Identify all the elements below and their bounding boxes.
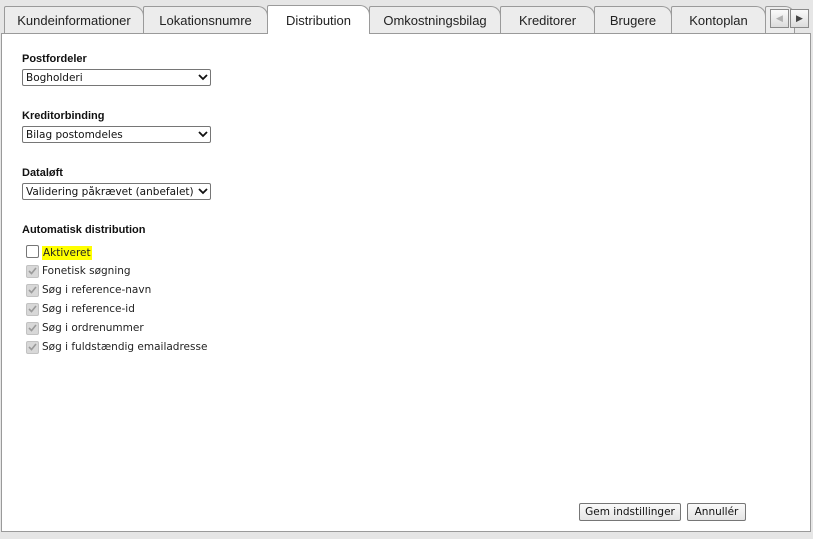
kreditorbinding-value: Bilag postomdeles: [26, 128, 123, 141]
checkmark-icon: [28, 286, 37, 294]
kreditorbinding-label: Kreditorbinding: [22, 110, 105, 122]
postfordeler-select[interactable]: Bogholderi: [22, 69, 211, 86]
emailadresse-checkbox: [26, 340, 39, 354]
fonetisk-sogning-option: Fonetisk søgning: [26, 263, 131, 279]
ordrenummer-option: Søg i ordrenummer: [26, 320, 144, 336]
ordrenummer-checkbox: [26, 321, 39, 335]
kreditorbinding-select[interactable]: Bilag postomdeles: [22, 126, 211, 143]
aktiveret-option[interactable]: Aktiveret: [26, 243, 92, 260]
tab-label: Kundeinformationer: [17, 12, 131, 28]
emailadresse-label: Søg i fuldstændig emailadresse: [42, 341, 208, 353]
automatisk-distribution-label: Automatisk distribution: [22, 224, 146, 236]
checkmark-icon: [28, 305, 37, 313]
chevron-down-icon: [196, 131, 210, 138]
tab-bar: Kundeinformationer Lokationsnumre Distri…: [0, 0, 813, 34]
chevron-down-icon: [196, 74, 210, 81]
reference-id-label: Søg i reference-id: [42, 303, 135, 315]
tab-kundeinformationer[interactable]: Kundeinformationer: [4, 6, 144, 33]
tab-kreditorer[interactable]: Kreditorer: [500, 6, 595, 33]
reference-navn-checkbox: [26, 283, 39, 297]
checkmark-icon: [28, 343, 37, 351]
tab-lokationsnumre[interactable]: Lokationsnumre: [143, 6, 268, 33]
dataloft-label: Dataløft: [22, 167, 63, 179]
cancel-button[interactable]: Annullér: [687, 503, 746, 521]
distribution-panel: Postfordeler Bogholderi Kreditorbinding …: [1, 33, 811, 532]
reference-id-option: Søg i reference-id: [26, 301, 135, 317]
tab-kontoplan[interactable]: Kontoplan: [671, 6, 766, 33]
chevron-down-icon: [196, 188, 210, 195]
tab-label: Brugere: [609, 12, 657, 28]
emailadresse-option: Søg i fuldstændig emailadresse: [26, 339, 207, 355]
postfordeler-label: Postfordeler: [22, 53, 87, 65]
dataloft-select[interactable]: Validering påkrævet (anbefalet): [22, 183, 211, 200]
reference-navn-label: Søg i reference-navn: [42, 284, 152, 296]
tab-scroll-buttons: ◀ ▶: [769, 9, 809, 29]
fonetisk-sogning-checkbox: [26, 264, 39, 278]
checkmark-icon: [28, 267, 37, 275]
tab-label: Omkostningsbilag: [383, 12, 487, 28]
tab-label: Distribution: [285, 12, 352, 28]
reference-navn-option: Søg i reference-navn: [26, 282, 151, 298]
tab-distribution[interactable]: Distribution: [267, 5, 370, 34]
checkmark-icon: [28, 324, 37, 332]
tab-label: Kreditorer: [518, 12, 577, 28]
aktiveret-label: Aktiveret: [42, 246, 92, 260]
tab-brugere[interactable]: Brugere: [594, 6, 672, 33]
dataloft-value: Validering påkrævet (anbefalet): [26, 185, 194, 198]
tab-label: Lokationsnumre: [159, 12, 252, 28]
aktiveret-checkbox[interactable]: [26, 244, 39, 258]
fonetisk-sogning-label: Fonetisk søgning: [42, 265, 131, 277]
postfordeler-value: Bogholderi: [26, 71, 83, 84]
reference-id-checkbox: [26, 302, 39, 316]
save-button[interactable]: Gem indstillinger: [579, 503, 681, 521]
chevron-right-icon[interactable]: ▶: [790, 9, 809, 28]
ordrenummer-label: Søg i ordrenummer: [42, 322, 144, 334]
tab-omkostningsbilag[interactable]: Omkostningsbilag: [369, 6, 501, 33]
tab-label: Kontoplan: [689, 12, 748, 28]
chevron-left-icon[interactable]: ◀: [770, 9, 789, 28]
